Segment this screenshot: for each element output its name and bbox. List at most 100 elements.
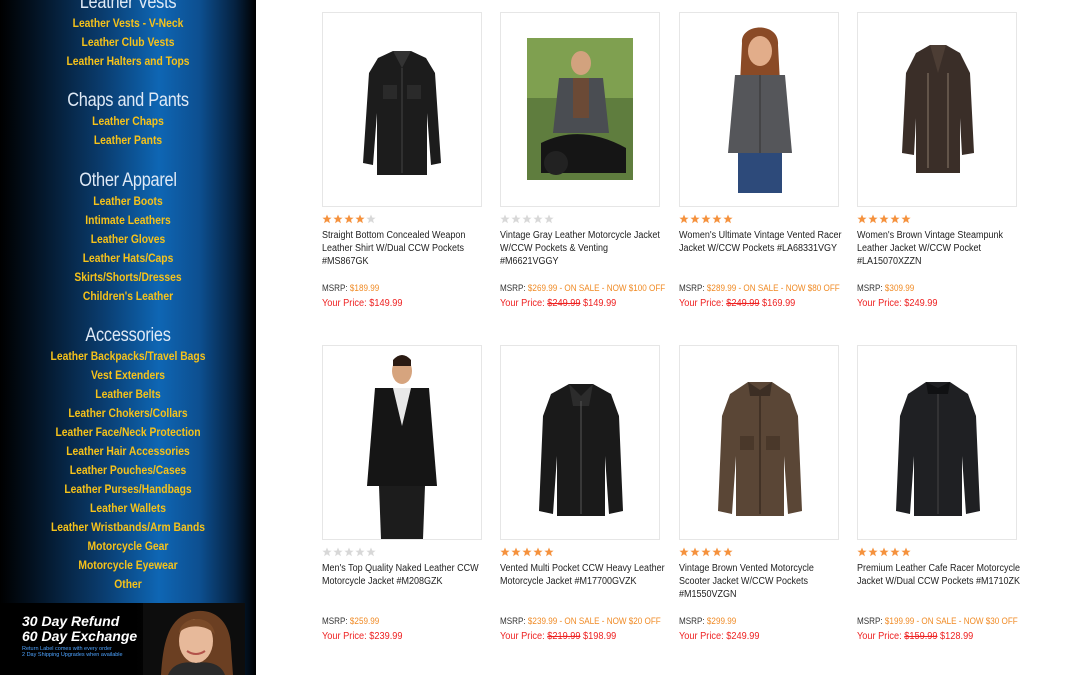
star-empty-icon: [344, 547, 354, 557]
price-label: Your Price:: [500, 631, 545, 642]
sidebar-link[interactable]: Leather Halters and Tops: [18, 52, 238, 71]
your-price-line: Your Price: $249.99 $149.99: [500, 298, 616, 309]
sale-note: - ON SALE - NOW $30 OFF: [914, 616, 1018, 626]
price-label: Your Price:: [857, 298, 902, 309]
star-filled-icon: [690, 547, 700, 557]
product-name-link[interactable]: Premium Leather Cafe Racer Motorcycle Ja…: [857, 562, 1024, 588]
msrp-line: MSRP: $299.99: [679, 616, 736, 626]
star-filled-icon: [701, 547, 711, 557]
old-price: $219.99: [547, 631, 581, 642]
msrp-value: $309.99: [884, 283, 915, 293]
star-filled-icon: [355, 214, 365, 224]
msrp-line: MSRP: $239.99 - ON SALE - NOW $20 OFF: [500, 616, 661, 626]
msrp-label: MSRP:: [500, 283, 526, 293]
section-leather-vests: Leather Vests Leather Vests - V-Neck Lea…: [0, 0, 256, 71]
rating-stars: [500, 547, 554, 557]
product-name-link[interactable]: Vented Multi Pocket CCW Heavy Leather Mo…: [500, 562, 667, 588]
price-label: Your Price:: [322, 298, 367, 309]
sidebar-link[interactable]: Leather Purses/Handbags: [18, 480, 238, 499]
sidebar-link[interactable]: Leather Club Vests: [18, 33, 238, 52]
price-label: Your Price:: [322, 631, 367, 642]
product-name-link[interactable]: Women's Brown Vintage Steampunk Leather …: [857, 229, 1024, 268]
current-price: $198.99: [583, 631, 617, 642]
msrp-value: $189.99: [349, 283, 380, 293]
price-label: Your Price:: [857, 631, 902, 642]
star-filled-icon: [701, 214, 711, 224]
jacket-image: [367, 355, 437, 539]
star-filled-icon: [901, 547, 911, 557]
rating-stars: [500, 214, 554, 224]
old-price: $249.99: [547, 298, 581, 309]
msrp-value: $299.99: [706, 616, 737, 626]
sidebar-link[interactable]: Leather Hats/Caps: [18, 249, 238, 268]
sidebar-link[interactable]: Leather Wristbands/Arm Bands: [18, 518, 238, 537]
sidebar-link[interactable]: Leather Backpacks/Travel Bags: [18, 347, 238, 366]
sidebar-link[interactable]: Skirts/Shorts/Dresses: [18, 268, 238, 287]
your-price-line: Your Price: $159.99 $128.99: [857, 631, 973, 642]
sidebar-link[interactable]: Leather Belts: [18, 385, 238, 404]
product-name-link[interactable]: Women's Ultimate Vintage Vented Racer Ja…: [679, 229, 846, 255]
product-name-link[interactable]: Vintage Brown Vented Motorcycle Scooter …: [679, 562, 846, 601]
product-image[interactable]: [679, 345, 839, 540]
star-filled-icon: [857, 214, 867, 224]
category-sidebar: Leather Vests Leather Vests - V-Neck Lea…: [0, 0, 256, 675]
star-filled-icon: [322, 214, 332, 224]
msrp-label: MSRP:: [679, 283, 705, 293]
msrp-label: MSRP:: [857, 616, 883, 626]
star-empty-icon: [544, 214, 554, 224]
star-filled-icon: [533, 547, 543, 557]
sidebar-link[interactable]: Intimate Leathers: [18, 211, 238, 230]
star-filled-icon: [679, 214, 689, 224]
section-other-apparel: Other Apparel Leather Boots Intimate Lea…: [0, 170, 256, 306]
sidebar-link[interactable]: Motorcycle Gear: [18, 537, 238, 556]
sidebar-link[interactable]: Leather Boots: [18, 192, 238, 211]
current-price: $169.99: [762, 298, 796, 309]
section-heading: Chaps and Pants: [67, 90, 189, 111]
star-filled-icon: [890, 214, 900, 224]
product-image[interactable]: [322, 12, 482, 207]
star-empty-icon: [533, 214, 543, 224]
sidebar-link[interactable]: Leather Chokers/Collars: [18, 404, 238, 423]
star-empty-icon: [366, 214, 376, 224]
sidebar-link[interactable]: Other: [18, 575, 238, 594]
sidebar-link[interactable]: Vest Extenders: [18, 366, 238, 385]
your-price-line: Your Price: $239.99: [322, 631, 402, 642]
msrp-line: MSRP: $269.99 - ON SALE - NOW $100 OFF: [500, 283, 665, 293]
your-price-line: Your Price: $249.99: [857, 298, 937, 309]
section-accessories: Accessories Leather Backpacks/Travel Bag…: [0, 325, 256, 594]
product-name-link[interactable]: Straight Bottom Concealed Weapon Leather…: [322, 229, 489, 268]
rating-stars: [322, 547, 376, 557]
product-image[interactable]: [679, 12, 839, 207]
product-image[interactable]: [857, 345, 1017, 540]
star-filled-icon: [712, 214, 722, 224]
your-price-line: Your Price: $249.99 $169.99: [679, 298, 795, 309]
product-image[interactable]: [322, 345, 482, 540]
star-empty-icon: [355, 547, 365, 557]
sidebar-link[interactable]: Leather Hair Accessories: [18, 442, 238, 461]
sidebar-link[interactable]: Leather Face/Neck Protection: [18, 423, 238, 442]
star-filled-icon: [868, 214, 878, 224]
refund-promo-banner[interactable]: 30 Day Refund 60 Day Exchange Return Lab…: [0, 603, 245, 675]
sidebar-link[interactable]: Leather Vests - V-Neck: [18, 14, 238, 33]
sidebar-link[interactable]: Leather Pants: [18, 131, 238, 150]
sidebar-link[interactable]: Motorcycle Eyewear: [18, 556, 238, 575]
star-filled-icon: [879, 214, 889, 224]
sidebar-link[interactable]: Leather Pouches/Cases: [18, 461, 238, 480]
sidebar-link[interactable]: Leather Chaps: [18, 112, 238, 131]
price-label: Your Price:: [500, 298, 545, 309]
sidebar-link[interactable]: Leather Gloves: [18, 230, 238, 249]
old-price: $159.99: [904, 631, 938, 642]
star-filled-icon: [868, 547, 878, 557]
sale-note: - ON SALE - NOW $20 OFF: [557, 616, 661, 626]
product-name-link[interactable]: Men's Top Quality Naked Leather CCW Moto…: [322, 562, 489, 588]
sidebar-link[interactable]: Leather Wallets: [18, 499, 238, 518]
rating-stars: [857, 214, 911, 224]
product-name-link[interactable]: Vintage Gray Leather Motorcycle Jacket W…: [500, 229, 667, 268]
sidebar-link[interactable]: Children's Leather: [18, 287, 238, 306]
msrp-value: $259.99: [349, 616, 380, 626]
product-image[interactable]: [500, 12, 660, 207]
section-heading: Other Apparel: [79, 170, 177, 191]
product-image[interactable]: [857, 12, 1017, 207]
section-heading: Leather Vests: [79, 0, 177, 13]
product-image[interactable]: [500, 345, 660, 540]
